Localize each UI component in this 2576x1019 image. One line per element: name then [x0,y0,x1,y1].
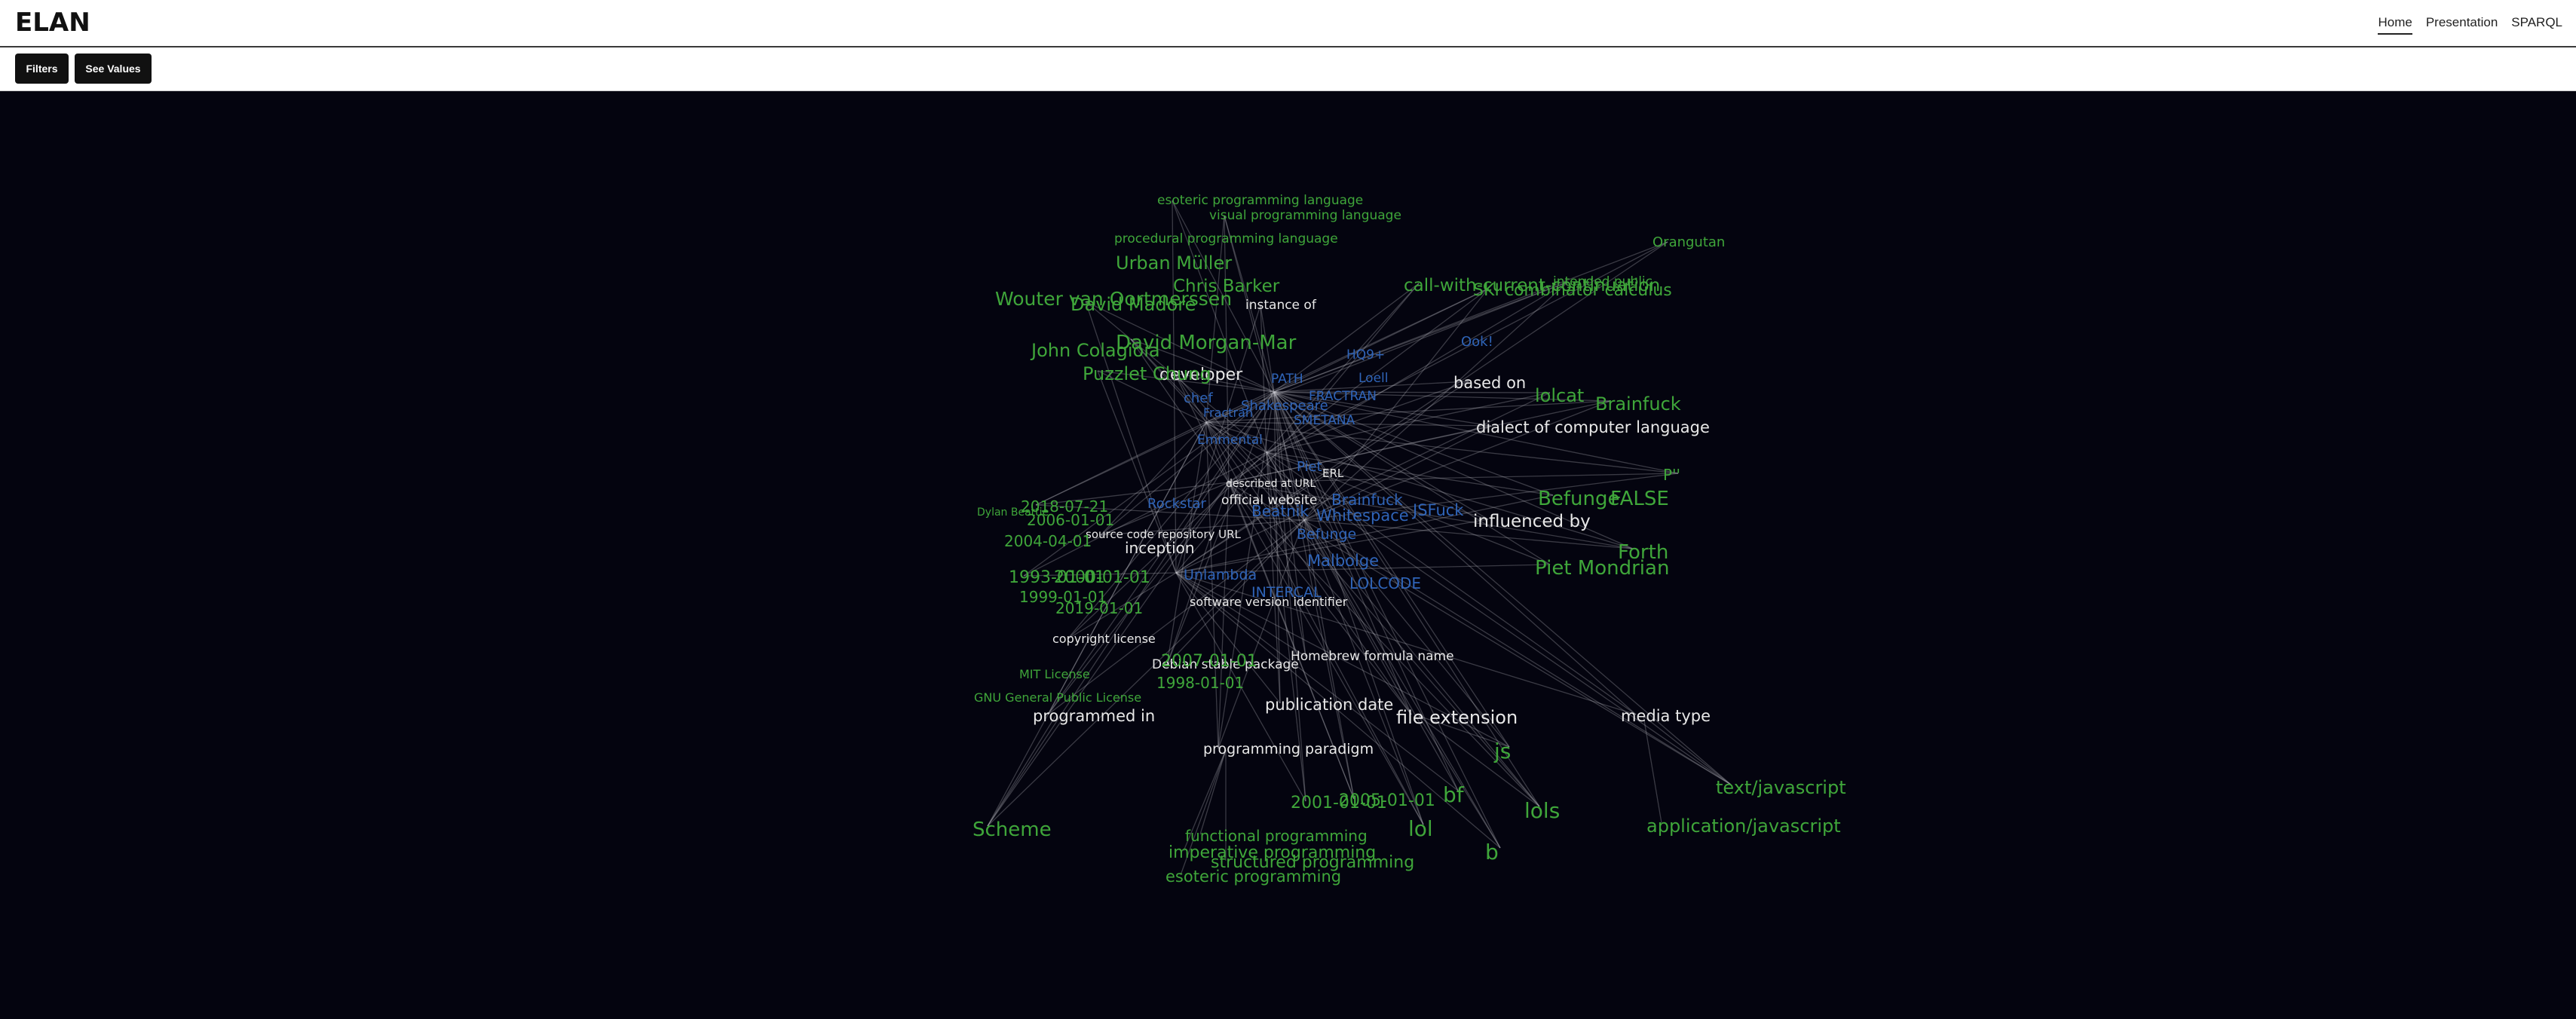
property-node[interactable]: instance of [1245,299,1316,312]
property-node[interactable]: Homebrew formula name [1291,650,1454,663]
entity-node[interactable]: Brainfuck [1331,492,1403,507]
value-node[interactable]: lolcat [1535,387,1584,405]
entity-node[interactable]: Loell [1358,372,1388,385]
see-values-button[interactable]: See Values [75,54,152,84]
value-node[interactable]: Puzzlet Chung [1083,365,1211,383]
property-node[interactable]: programmed in [1033,708,1155,724]
property-node[interactable]: inception [1125,540,1195,555]
value-node[interactable]: procedural programming language [1114,233,1338,246]
entity-node[interactable]: Whitespace [1316,508,1409,524]
value-node[interactable]: 2000-01-01 [1054,570,1150,586]
entity-node[interactable]: Ook! [1461,335,1493,349]
entity-node[interactable]: Fractran [1203,407,1253,419]
value-node[interactable]: intended public [1553,276,1652,289]
entity-node[interactable]: PATH [1271,373,1303,386]
value-node[interactable]: 2005-01-01 [1339,793,1435,809]
property-node[interactable]: programming paradigm [1203,742,1374,757]
value-node[interactable]: functional programming [1185,828,1368,843]
value-node[interactable]: 2004-04-01 [1004,534,1092,549]
property-node[interactable]: media type [1621,708,1711,724]
graph-edge [987,715,1056,827]
nav-sparql-link[interactable]: SPARQL [2511,15,2562,35]
entity-node[interactable]: Unlambda [1184,568,1257,583]
value-node[interactable]: 2007-01-01 [1161,653,1257,670]
graph-edge [1643,715,1732,785]
value-node[interactable]: visual programming language [1209,210,1401,222]
main-nav: Home Presentation SPARQL [2378,15,2562,35]
nav-home-link[interactable]: Home [2378,15,2412,35]
value-node[interactable]: MIT License [1019,669,1090,681]
entity-node[interactable]: HQ9+ [1346,349,1385,362]
value-node[interactable]: Wouter van Oortmerssen [995,289,1232,308]
value-node[interactable]: b [1485,842,1499,863]
entity-node[interactable]: Befunge [1297,528,1356,542]
entity-node[interactable]: Rockstar [1147,497,1206,511]
property-node[interactable]: ERL [1322,468,1343,479]
value-node[interactable]: js [1494,741,1511,762]
value-node[interactable]: Befunge [1538,489,1619,509]
value-node[interactable]: lol [1408,819,1433,840]
knowledge-graph-canvas[interactable]: instance of developer based on dialect of c… [0,91,2576,1019]
entity-node[interactable]: Shakespeare [1241,399,1328,413]
top-navbar: ELAN Home Presentation SPARQL [0,0,2576,47]
value-node[interactable]: text/javascript [1716,779,1846,797]
property-node[interactable]: dialect of computer language [1476,420,1710,436]
value-node[interactable]: Piet Mondrian [1535,558,1669,578]
entity-node[interactable]: SMETANA [1294,415,1355,427]
app-title: ELAN [15,8,90,38]
value-node[interactable]: 1998-01-01 [1156,675,1244,690]
filters-button[interactable]: Filters [15,54,69,84]
value-node[interactable]: 2019-01-01 [1055,601,1143,616]
value-node[interactable]: esoteric programming language [1157,194,1363,207]
value-node[interactable]: esoteric programming [1165,869,1341,885]
value-node[interactable]: Brainfuck [1595,395,1681,413]
value-node[interactable]: bf [1443,785,1464,806]
entity-node[interactable]: INTERCAL [1251,586,1322,600]
entity-node[interactable]: JSFuck [1413,503,1463,519]
property-node[interactable]: influenced by [1473,513,1591,531]
value-node[interactable]: David Morgan-Mar [1116,333,1296,353]
entity-node[interactable]: LOLCODE [1349,576,1421,591]
value-node[interactable]: application/javascript [1646,817,1841,835]
value-node[interactable]: Urban Müller [1116,254,1232,272]
value-node[interactable]: Scheme [973,820,1052,840]
value-node[interactable]: lols [1524,800,1560,822]
entity-node[interactable]: chef [1184,392,1213,405]
graph-edge [1418,715,1540,807]
value-node[interactable]: GNU General Public License [974,692,1141,704]
graph-edge [1035,421,1207,506]
graph-edge [1218,519,1305,749]
graph-edge [1643,715,1662,824]
property-node[interactable]: copyright license [1052,633,1156,645]
graph-edge [1199,749,1227,835]
nav-presentation-link[interactable]: Presentation [2426,15,2498,35]
property-node[interactable]: file extension [1396,708,1518,727]
entity-node[interactable]: Malbolge [1307,553,1379,569]
property-node[interactable]: described at URL [1226,479,1316,489]
property-node[interactable]: based on [1453,375,1526,391]
property-node[interactable]: publication date [1265,697,1393,713]
value-node[interactable]: P'' [1663,467,1680,482]
value-node[interactable]: Dylan Beattie [977,507,1049,518]
entity-node[interactable]: Beatnik [1251,503,1309,519]
entity-node[interactable]: Piet [1297,461,1322,474]
value-node[interactable]: Orangutan [1652,236,1725,249]
entity-node[interactable]: Emmental [1197,434,1263,447]
toolbar: Filters See Values [0,47,2576,91]
value-node[interactable]: FALSE [1610,489,1669,509]
graph-edge [1218,482,1230,749]
